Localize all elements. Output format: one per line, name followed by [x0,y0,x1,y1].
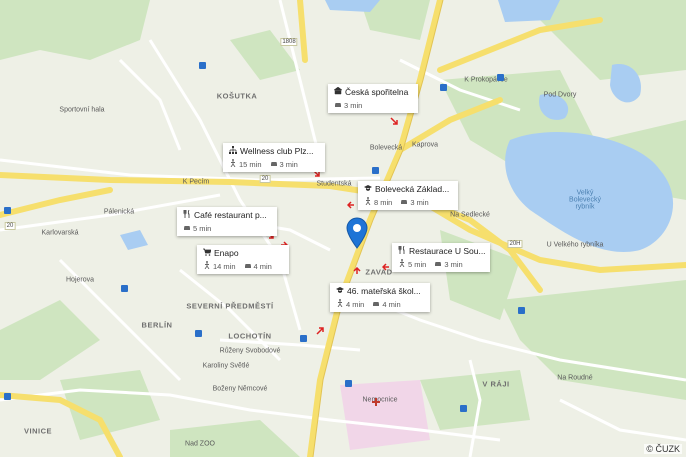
poi-title: Bolevecká Základ... [375,184,450,194]
school-icon [336,286,344,296]
walk-icon [229,159,237,169]
bus-stop-icon [121,285,128,292]
street-label-na-sedlecke: Na Sedlecké [450,211,490,219]
street-label-na-roudne: Na Roudné [557,374,593,382]
bus-stop-icon [372,167,379,174]
hospital-area [340,380,430,450]
poi-card-enapo[interactable]: Enapo 14 min 4 min [197,245,289,274]
bus-stop-icon [345,380,352,387]
road-number-20h: 20H [507,240,523,248]
district-label-vinice: VINICE [23,426,53,436]
poi-time: 8 min [374,197,393,207]
car-icon [434,259,442,269]
arrow-icon [316,322,324,335]
poi-time: 3 min [410,197,429,207]
poi-time: 3 min [279,159,298,169]
poi-card-restaurace-u-sou[interactable]: Restaurace U Sou... 5 min 3 min [392,243,490,272]
poi-time: 4 min [382,299,401,309]
walk-icon [203,261,211,271]
poi-card-ceska-sporitelna[interactable]: Česká spořitelna 3 min [328,84,418,113]
lake-label: Velký Bolevecký rybník [569,189,601,211]
car-icon [183,223,191,233]
district-label-v-raji: V RÁJI [482,379,510,389]
street-label-nad-zoo: Nad ZOO [185,440,215,448]
poi-time: 5 min [193,223,212,233]
poi-time: 3 min [444,259,463,269]
poi-card-cafe-restaurant[interactable]: Café restaurant p... 5 min [177,207,277,236]
restaurant-icon [183,210,191,220]
bus-stop-icon [199,62,206,69]
walk-icon [336,299,344,309]
poi-card-wellness[interactable]: Wellness club Plz... 15 min 3 min [223,143,325,172]
walk-icon [364,197,372,207]
hospital-icon [372,393,380,406]
arrow-icon [353,262,361,274]
bus-stop-icon [460,405,467,412]
street-label-k-pecim: K Pecím [182,178,210,186]
bus-stop-icon [195,330,202,337]
label-sportovni: Sportovní hala [59,106,105,114]
school-icon [364,184,372,194]
poi-time: 4 min [253,261,272,271]
sitemap-icon [229,146,237,156]
bus-stop-icon [518,307,525,314]
poi-title: Enapo [214,248,239,258]
poi-time: 3 min [344,100,363,110]
car-icon [400,197,408,207]
cart-icon [203,248,211,258]
map-copyright: © ČUZK [644,444,682,454]
bus-stop-icon [300,335,307,342]
location-pin-icon[interactable] [346,217,368,249]
street-label-kaprova: Kaprova [411,141,439,149]
road-number-20: 20 [259,175,271,183]
street-label-hojerova: Hojerova [65,276,95,284]
district-label-severni: SEVERNÍ PŘEDMĚSTÍ [186,301,274,311]
poi-card-46-materska-skola[interactable]: 46. mateřská škol... 4 min 4 min [330,283,430,312]
district-label-berlin: BERLÍN [141,320,173,330]
poi-title: Café restaurant p... [194,210,267,220]
poi-title: Restaurace U Sou... [409,246,486,256]
bus-stop-icon [4,207,11,214]
poi-time: 14 min [213,261,236,271]
district-label-kosutka: KOŠUTKA [216,91,258,101]
car-icon [244,261,252,271]
poi-time: 4 min [346,299,365,309]
street-label-bozeny: Boženy Němcové [212,385,268,393]
car-icon [334,100,342,110]
street-label-u-velkeho: U Velkého rybníka [546,241,604,249]
poi-card-bolevecka-zakladni[interactable]: Bolevecká Základ... 8 min 3 min [358,181,458,210]
street-label-karlovarska: Karlovarská [41,229,79,237]
district-label-lochotin: LOCHOTÍN [228,331,272,341]
road-number-1808: 1808 [280,38,298,46]
map-view[interactable]: KOŠUTKA BERLÍN SEVERNÍ PŘEDMĚSTÍ LOCHOTÍ… [0,0,686,457]
poi-title: 46. mateřská škol... [347,286,421,296]
street-label-studentska: Studentská [316,180,352,188]
car-icon [270,159,278,169]
arrow-icon [390,112,398,125]
street-label-bolevecka: Bolevecká [369,144,403,152]
poi-title: Česká spořitelna [345,87,409,97]
car-icon [372,299,380,309]
street-label-karoliny: Karoliny Světlé [202,362,250,370]
road-number-20b: 20 [4,222,16,230]
arrow-icon [381,258,390,271]
bus-stop-icon [4,393,11,400]
poi-title: Wellness club Plz... [240,146,314,156]
bus-stop-icon [440,84,447,91]
street-label-pod-dvory: Pod Dvory [543,91,577,99]
label-nemocnice: Nemocnice [362,396,398,404]
bus-stop-icon [497,74,504,81]
poi-time: 5 min [408,259,427,269]
walk-icon [398,259,406,269]
poi-time: 15 min [239,159,262,169]
map-base [0,0,686,457]
arrow-icon [346,196,355,209]
street-label-palenicka: Pálenická [103,208,135,216]
bank-icon [334,87,342,97]
restaurant-icon [398,246,406,256]
street-label-ruzeny: Růženy Svobodové [219,347,281,355]
arrow-icon [280,236,289,249]
